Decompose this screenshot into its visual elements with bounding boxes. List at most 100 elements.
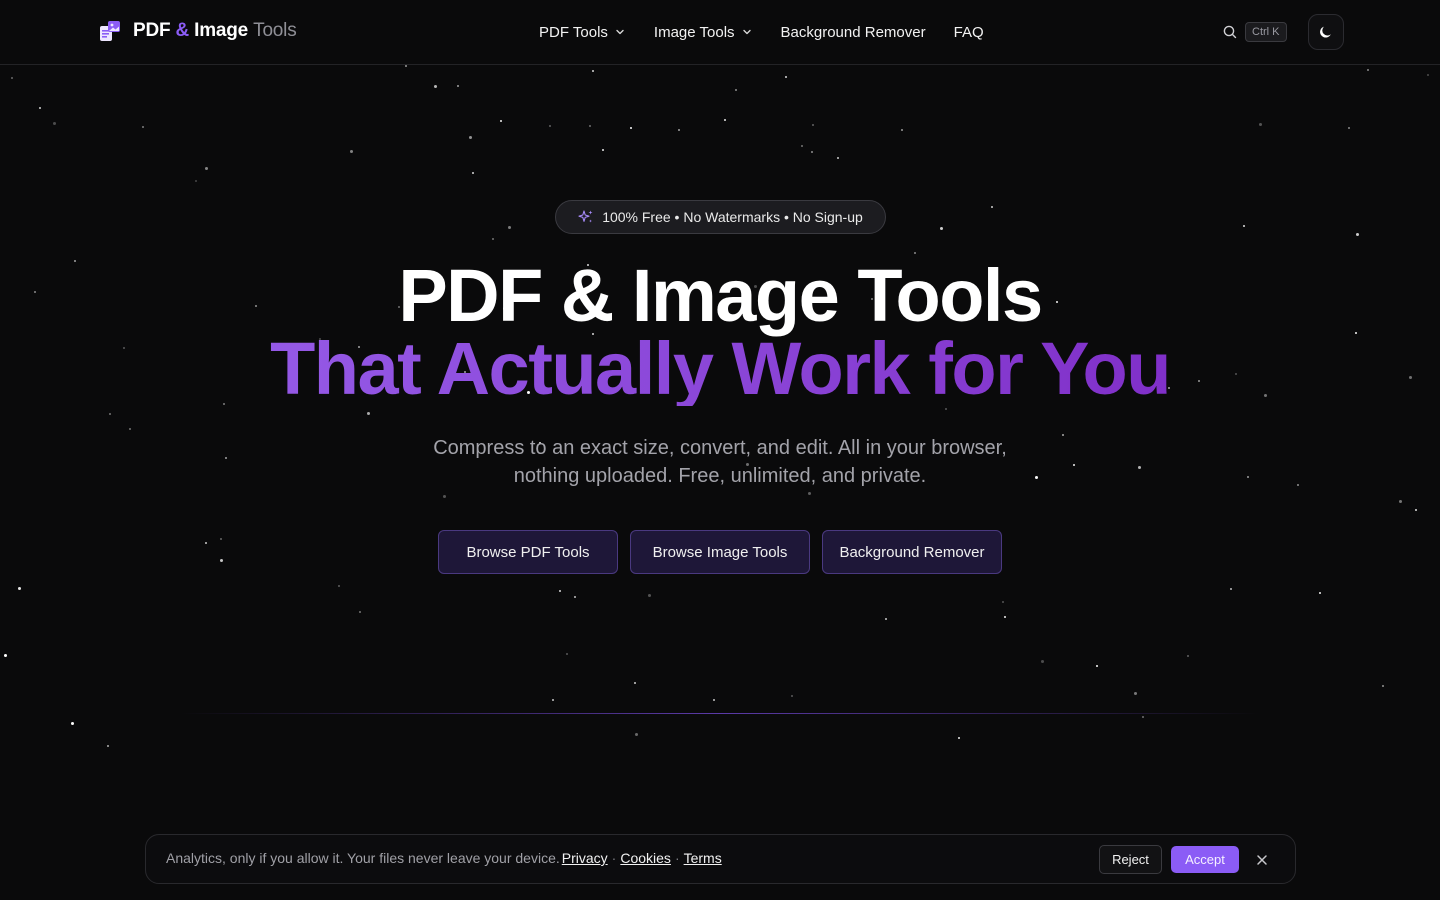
cookies-link[interactable]: Cookies: [620, 850, 671, 866]
link-separator: ·: [611, 850, 617, 866]
cookie-message: Analytics, only if you allow it. Your fi…: [166, 850, 560, 866]
star-dot: [735, 89, 737, 91]
star-dot: [18, 587, 21, 590]
star-dot: [39, 107, 41, 109]
star-dot: [589, 125, 591, 127]
browse-pdf-tools-button[interactable]: Browse PDF Tools: [438, 530, 618, 574]
star-dot: [1382, 685, 1384, 687]
star-dot: [635, 733, 638, 736]
star-dot: [350, 150, 353, 153]
star-dot: [566, 653, 568, 655]
nav-background-remover-label: Background Remover: [780, 23, 926, 41]
star-dot: [220, 559, 223, 562]
star-dot: [811, 151, 813, 153]
star-dot: [1319, 592, 1321, 594]
star-dot: [338, 585, 340, 587]
nav-background-remover[interactable]: Background Remover: [781, 24, 926, 41]
star-dot: [457, 85, 459, 87]
hero-title-line2: That Actually Work for You: [0, 332, 1440, 406]
star-dot: [1134, 692, 1137, 695]
logo-text-image: Image: [194, 20, 249, 41]
logo-text: PDF & Image Tools: [133, 20, 297, 42]
star-dot: [574, 596, 576, 598]
nav-image-tools-label: Image Tools: [653, 23, 735, 41]
logo-text-amp: &: [175, 20, 190, 41]
star-dot: [472, 172, 474, 174]
star-dot: [434, 85, 437, 88]
star-dot: [559, 590, 561, 592]
moon-icon: [1320, 26, 1331, 38]
background-remover-button[interactable]: Background Remover: [822, 530, 1002, 574]
browse-image-tools-button[interactable]: Browse Image Tools: [630, 530, 810, 574]
star-dot: [1230, 588, 1232, 590]
star-dot: [1367, 69, 1369, 71]
reject-button[interactable]: Reject: [1099, 845, 1162, 874]
star-dot: [991, 206, 993, 208]
star-dot: [4, 654, 7, 657]
star-dot: [109, 413, 111, 415]
star-dot: [1002, 601, 1004, 603]
cookie-consent-text: Analytics, only if you allow it. Your fi…: [166, 850, 722, 866]
star-dot: [940, 227, 943, 230]
accept-button[interactable]: Accept: [1171, 846, 1239, 873]
star-dot: [492, 238, 494, 240]
star-dot: [1348, 127, 1350, 129]
section-divider: [180, 713, 1260, 714]
star-dot: [205, 167, 208, 170]
star-dot: [11, 77, 13, 79]
chevron-down-icon: [742, 29, 751, 35]
pdf-image-logo-icon: [100, 21, 120, 41]
star-dot: [195, 180, 197, 182]
logo-text-tools: Tools: [253, 20, 297, 41]
privacy-link[interactable]: Privacy: [562, 850, 608, 866]
star-dot: [630, 127, 632, 129]
main-nav: PDF Tools Image Tools Background Remover…: [539, 22, 984, 42]
nav-pdf-tools[interactable]: PDF Tools: [539, 24, 626, 41]
star-dot: [1187, 655, 1189, 657]
close-icon[interactable]: [1255, 853, 1269, 867]
star-dot: [1427, 74, 1429, 76]
star-dot: [549, 125, 551, 127]
star-dot: [837, 157, 839, 159]
search-shortcut-kbd[interactable]: Ctrl K: [1245, 22, 1287, 42]
star-dot: [791, 695, 793, 697]
star-dot: [129, 428, 131, 430]
sparkles-icon: [578, 210, 593, 223]
nav-image-tools[interactable]: Image Tools: [654, 24, 753, 41]
link-separator: ·: [674, 850, 680, 866]
star-dot: [901, 129, 903, 131]
star-dot: [1415, 509, 1417, 511]
hero-title-line1: PDF & Image Tools: [398, 254, 1043, 337]
star-dot: [602, 149, 604, 151]
star-dot: [405, 65, 407, 67]
chevron-down-icon: [616, 29, 624, 35]
hero-subtitle-line1: Compress to an exact size, convert, and …: [433, 437, 1007, 459]
star-dot: [220, 538, 222, 540]
free-badge: 100% Free • No Watermarks • No Sign-up: [555, 200, 886, 234]
site-logo[interactable]: PDF & Image Tools: [99, 20, 297, 42]
star-dot: [1399, 500, 1402, 503]
star-dot: [71, 722, 74, 725]
logo-text-pdf: PDF: [133, 20, 171, 41]
star-dot: [1259, 123, 1262, 126]
star-dot: [958, 737, 960, 739]
star-dot: [785, 76, 787, 78]
star-dot: [634, 682, 636, 684]
star-dot: [1041, 660, 1044, 663]
star-dot: [500, 120, 502, 122]
search-icon[interactable]: [1222, 24, 1238, 40]
star-dot: [359, 611, 361, 613]
star-dot: [724, 119, 726, 121]
theme-toggle-button[interactable]: [1308, 14, 1344, 50]
nav-faq[interactable]: FAQ: [954, 24, 984, 41]
star-dot: [592, 70, 594, 72]
star-dot: [678, 129, 680, 131]
nav-pdf-tools-label: PDF Tools: [539, 23, 608, 41]
star-dot: [885, 618, 887, 620]
star-dot: [142, 126, 144, 128]
star-dot: [1243, 225, 1245, 227]
star-dot: [107, 745, 109, 747]
star-dot: [443, 495, 446, 498]
star-dot: [1096, 665, 1098, 667]
terms-link[interactable]: Terms: [684, 850, 722, 866]
